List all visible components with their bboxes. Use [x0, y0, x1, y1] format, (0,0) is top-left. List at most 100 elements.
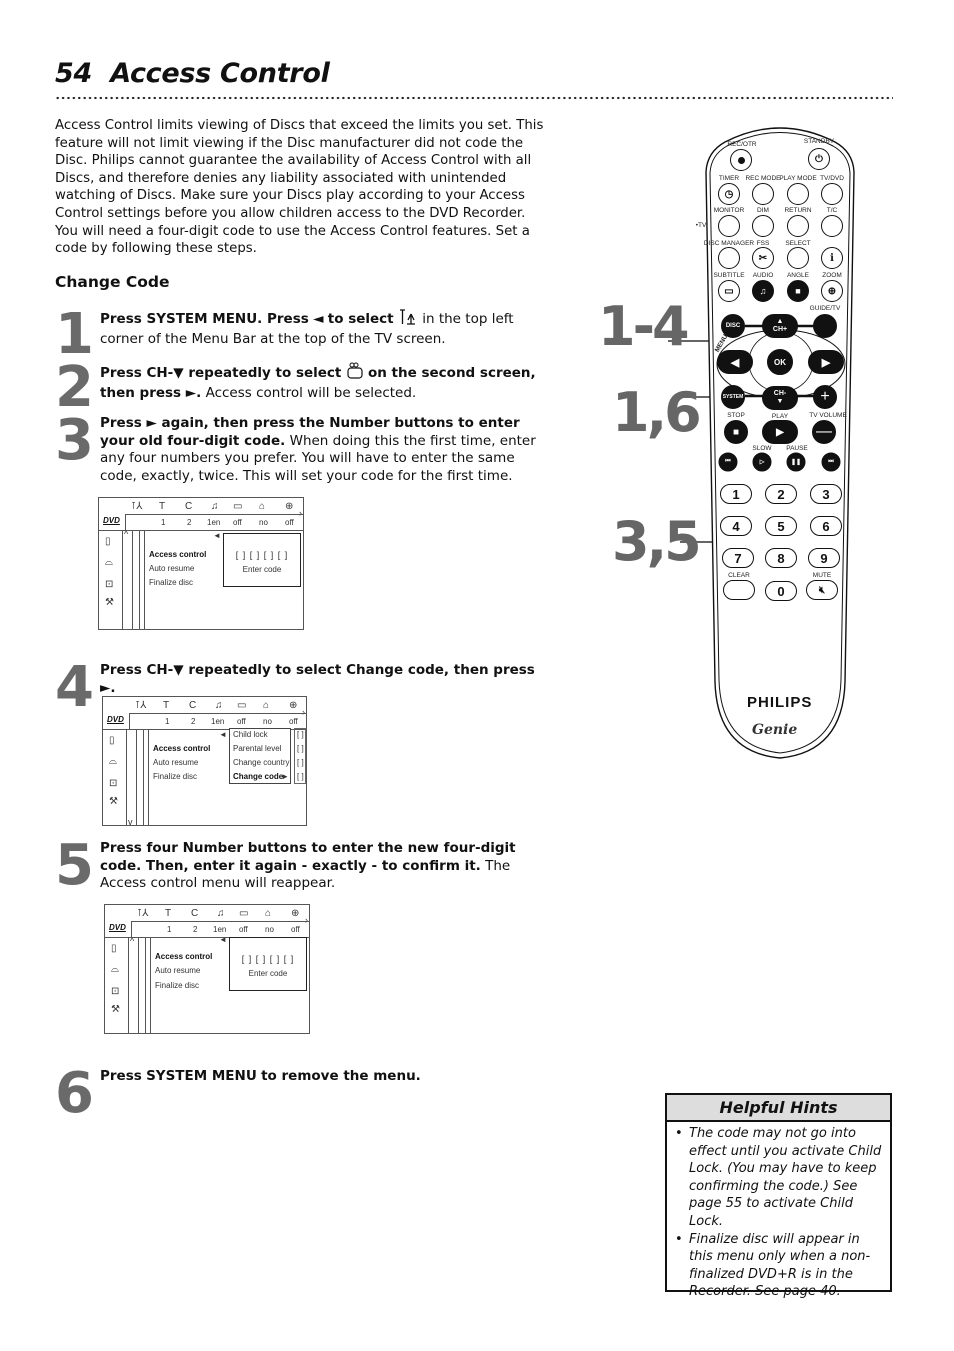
submenu-change-country: Change country	[233, 758, 290, 767]
label-play: PLAY	[771, 413, 789, 420]
disc-manager-button[interactable]	[718, 247, 740, 269]
osd-menu-bar: ⊺⅄ T C ♫ ▭ ⌂ ⊕ › DVD 1 2 1en off no off	[105, 905, 309, 938]
play-button[interactable]: ▶	[762, 420, 798, 444]
label-tv-side: •TV	[695, 222, 707, 229]
digit-9-button[interactable]: 9	[808, 548, 840, 568]
guide-tv-button[interactable]	[813, 314, 837, 338]
ok-button[interactable]: OK	[767, 349, 793, 375]
dim-button[interactable]	[752, 215, 774, 237]
helpful-hints-box: Helpful Hints The code may not go into e…	[665, 1093, 892, 1299]
standby-button[interactable]: ⏻	[808, 148, 830, 170]
osd-scrollbar: ^	[129, 936, 139, 1033]
left-arrow-icon: ◄	[213, 531, 221, 540]
step-1: 1 Press SYSTEM MENU. Press ◄ to select i…	[55, 302, 555, 367]
label-play-mode: PLAY MODE	[779, 175, 817, 182]
label-subtitle: SUBTITLE	[713, 272, 745, 279]
osd-screen-enter-code: ⊺⅄ T C ♫ ▭ ⌂ ⊕ › DVD 1 2 1en off no off …	[98, 497, 304, 630]
tc-button[interactable]	[821, 215, 843, 237]
info-icon: i	[830, 252, 834, 264]
chapter-icon: C	[189, 700, 197, 711]
volume-up-button[interactable]: +	[813, 385, 837, 409]
left-arrow-icon: ◀	[730, 356, 740, 369]
return-button[interactable]	[787, 215, 809, 237]
rec-mode-button[interactable]	[752, 183, 774, 205]
rec-otr-button[interactable]	[730, 149, 752, 171]
left-button[interactable]: ◀	[717, 350, 753, 374]
monitor-button[interactable]	[718, 215, 740, 237]
osd-value: 2	[187, 518, 192, 527]
clear-button[interactable]	[723, 580, 755, 600]
next-button[interactable]: ⏭	[821, 452, 841, 472]
step-5: 5 Press four Number buttons to enter the…	[55, 838, 555, 900]
volume-down-button[interactable]: —	[812, 420, 836, 444]
digit-3-button[interactable]: 3	[810, 484, 842, 504]
zoom-icon: ⊕	[285, 501, 294, 512]
angle-button[interactable]: ■	[787, 280, 809, 302]
digit-4-button[interactable]: 4	[720, 516, 752, 536]
subtitle-button[interactable]: ▭	[718, 280, 740, 302]
subtitle-icon: ▭	[239, 908, 249, 919]
code-placeholder: [ ] [ ] [ ] [ ]	[235, 550, 289, 560]
status-checkbox: [ ]	[297, 772, 304, 781]
osd-value: off	[239, 925, 248, 934]
digit-6-button[interactable]: 6	[810, 516, 842, 536]
label-fss: FSS	[756, 240, 770, 247]
stop-icon: ■	[732, 426, 740, 438]
digit-7-button[interactable]: 7	[722, 548, 754, 568]
step-number: 1	[55, 302, 94, 367]
remote-icon: ▯	[111, 943, 117, 954]
disc-menu-button[interactable]: DISC	[721, 314, 745, 338]
previous-icon: ⏮	[725, 458, 731, 465]
step-6: 6 Press SYSTEM MENU to remove the menu.	[55, 1066, 555, 1122]
mute-button[interactable]: 🔇︎	[806, 580, 838, 600]
osd-value: 1	[167, 925, 172, 934]
step-text: Press SYSTEM MENU to remove the menu.	[100, 1068, 550, 1086]
digit-8-button[interactable]: 8	[765, 548, 797, 568]
digit-5-button[interactable]: 5	[765, 516, 797, 536]
tv-dvd-button[interactable]	[821, 183, 843, 205]
ch-plus-button[interactable]: ▲ CH+	[762, 314, 798, 338]
wrench-icon: ⚒	[111, 1004, 120, 1015]
step-bold: Press SYSTEM MENU. Press	[100, 311, 309, 327]
clock-icon: ◷	[724, 188, 734, 200]
digit-2-button[interactable]: 2	[765, 484, 797, 504]
osd-value: 2	[191, 717, 196, 726]
genie-logo: Genie	[752, 722, 798, 738]
osd-divider	[143, 730, 149, 825]
fss-button[interactable]: ✂	[752, 247, 774, 269]
label-stop: STOP	[727, 412, 745, 419]
step-number: 4	[55, 655, 94, 720]
zoom-button[interactable]: ⊕	[821, 280, 843, 302]
step-number: 3	[55, 408, 94, 473]
digit-1-button[interactable]: 1	[720, 484, 752, 504]
disc-icon: ⊡	[109, 778, 118, 789]
menu-item-access-control: Access control	[153, 744, 211, 753]
previous-button[interactable]: ⏮	[718, 452, 738, 472]
right-button[interactable]: ▶	[808, 350, 844, 374]
audio-button[interactable]: ♫	[752, 280, 774, 302]
label-clear: CLEAR	[728, 572, 750, 579]
pause-button[interactable]: ❚❚	[786, 452, 806, 472]
step-3: 3 Press ► again, then press the Number b…	[55, 408, 555, 490]
hint-item: The code may not go into effect until yo…	[675, 1125, 884, 1231]
select-button[interactable]	[787, 247, 809, 269]
system-menu-button[interactable]: SYSTEM	[721, 385, 745, 409]
subtitle-icon: ▭	[724, 285, 734, 297]
menu-item-auto-resume: Auto resume	[149, 564, 195, 573]
play-mode-button[interactable]	[787, 183, 809, 205]
step-bold: Press CH-▼ repeatedly to select Change c…	[100, 662, 535, 696]
step-bold: SYSTEM MENU	[146, 1068, 257, 1084]
label-standby: STANDBY	[803, 138, 835, 145]
osd-side-icons: ▯ ⌓ ⊡ ⚒	[103, 730, 127, 825]
label-dim: DIM	[757, 207, 769, 214]
stop-button[interactable]: ■	[724, 420, 748, 444]
timer-button[interactable]: ◷	[718, 183, 740, 205]
info-button[interactable]: i	[821, 247, 843, 269]
callout-steps-1-4: 1-4	[598, 295, 690, 358]
slow-button[interactable]: ▷	[752, 452, 772, 472]
osd-menu-bar: ⊺⅄ T C ♫ ▭ ⌂ ⊕ › DVD 1 2 1en off no off	[99, 498, 303, 531]
ok-label: OK	[774, 357, 786, 367]
digit-0-button[interactable]: 0	[765, 581, 797, 601]
osd-menu-bar: ⊺⅄ T C ♫ ▭ ⌂ ⊕ › DVD 1 2 1en off no off	[103, 697, 306, 730]
ch-minus-button[interactable]: CH- ▼	[762, 386, 798, 410]
